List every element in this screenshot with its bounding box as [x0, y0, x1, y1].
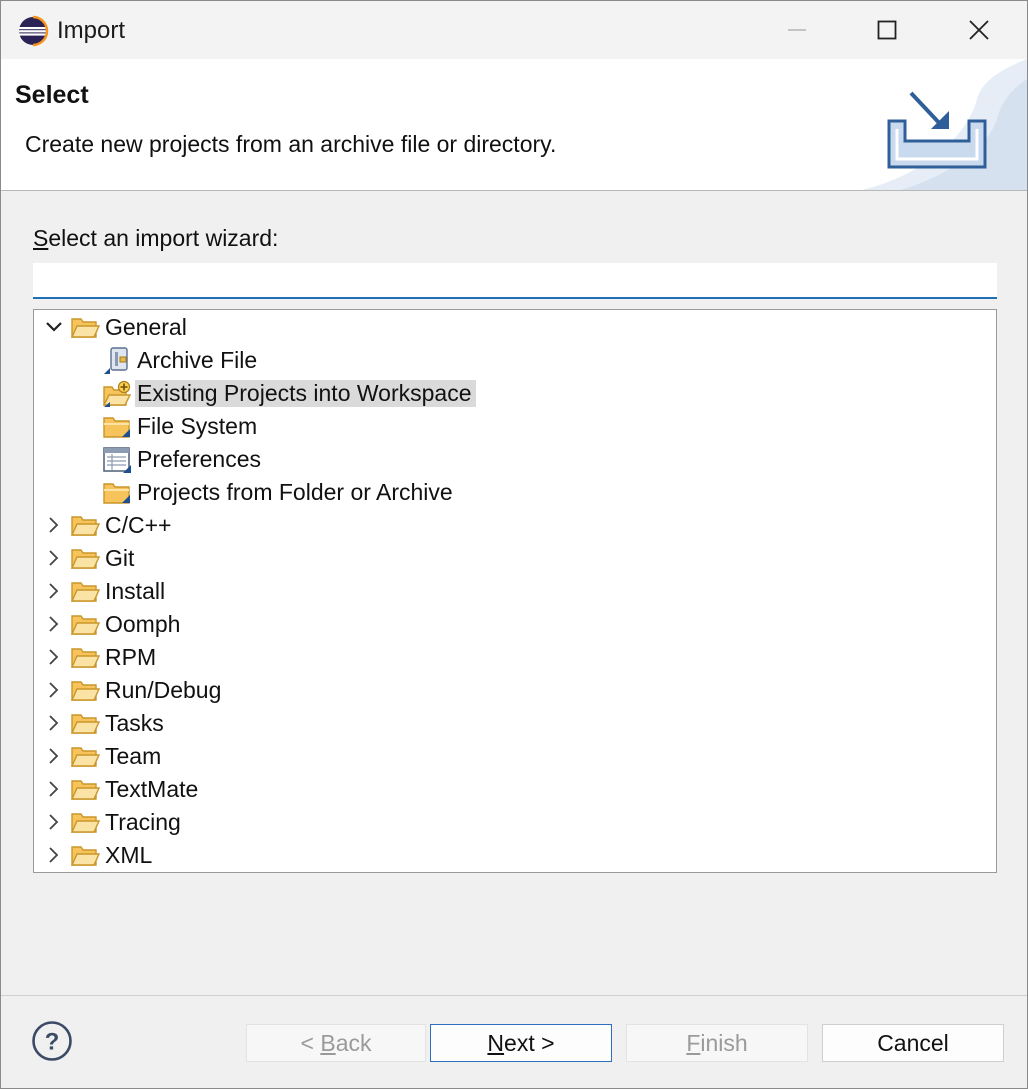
next-button-label: ext >: [504, 1029, 555, 1056]
page-description: Create new projects from an archive file…: [25, 131, 557, 157]
folder-open-icon: [70, 714, 100, 734]
chevron-right-icon[interactable]: [44, 812, 64, 832]
tree-item-label: Install: [105, 578, 166, 604]
archive-file-icon: [104, 347, 128, 374]
tree-item-label: Run/Debug: [105, 677, 222, 703]
tree-item-label: TextMate: [105, 776, 199, 802]
tree-item-label: Team: [105, 743, 162, 769]
tree-item-label: Tracing: [105, 809, 181, 835]
tree-item-category[interactable]: Team: [34, 740, 996, 773]
tree-item-label: Existing Projects into Workspace: [135, 380, 476, 407]
folder-open-icon: [70, 549, 100, 569]
back-button-prefix: <: [300, 1029, 321, 1056]
tree-item-label: Oomph: [105, 611, 181, 637]
tree-item-label: General: [105, 314, 187, 340]
tree-item-label: File System: [137, 413, 258, 439]
minimize-button[interactable]: [751, 1, 843, 59]
chevron-right-icon[interactable]: [44, 845, 64, 865]
cancel-button[interactable]: Cancel: [822, 1024, 1004, 1062]
folder-icon: [103, 483, 130, 504]
folder-open-icon: [70, 747, 100, 767]
tree-item-category[interactable]: Install: [34, 575, 996, 608]
folder-icon: [103, 417, 130, 438]
tree-item-category[interactable]: Tasks: [34, 707, 996, 740]
tree-item-label: Tasks: [105, 710, 164, 736]
tree-item-category[interactable]: Run/Debug: [34, 674, 996, 707]
tree-item-category[interactable]: General: [34, 311, 996, 344]
chevron-right-icon[interactable]: [44, 779, 64, 799]
wizard-tree[interactable]: General Archive File Existing Projects int…: [33, 309, 997, 873]
window-title: Import: [57, 17, 126, 44]
chevron-right-icon[interactable]: [44, 515, 64, 535]
close-button[interactable]: [933, 1, 1025, 59]
tree-item-category[interactable]: TextMate: [34, 773, 996, 806]
filter-label: Select an import wizard:: [33, 225, 278, 252]
chevron-down-icon[interactable]: [44, 317, 64, 337]
tree-item-child[interactable]: Existing Projects into Workspace: [34, 377, 996, 410]
tree-item-label: Projects from Folder or Archive: [137, 479, 453, 505]
back-button-mnemonic: B: [320, 1029, 336, 1056]
wizard-filter-input[interactable]: [33, 263, 997, 299]
filter-label-text: elect an import wizard:: [48, 225, 279, 251]
folder-open-icon: [70, 615, 100, 635]
folder-open-icon: [70, 681, 100, 701]
tree-item-child[interactable]: File System: [34, 410, 996, 443]
folder-open-icon: [70, 318, 100, 338]
chevron-right-icon[interactable]: [44, 746, 64, 766]
folder-open-icon: [70, 516, 100, 536]
back-button-label: ack: [335, 1029, 372, 1056]
existing-projects-icon: [102, 380, 132, 407]
maximize-button[interactable]: [841, 1, 933, 59]
chevron-right-icon[interactable]: [44, 614, 64, 634]
tree-item-category[interactable]: C/C++: [34, 509, 996, 542]
folder-open-icon: [70, 813, 100, 833]
tree-item-category[interactable]: Git: [34, 542, 996, 575]
preferences-icon: [103, 447, 131, 473]
tree-item-category[interactable]: XML: [34, 839, 996, 872]
tree-item-category[interactable]: Oomph: [34, 608, 996, 641]
tree-item-category[interactable]: RPM: [34, 641, 996, 674]
help-glyph: ?: [45, 1029, 60, 1056]
page-title: Select: [15, 81, 89, 109]
footer-divider: [1, 995, 1027, 996]
finish-button-label: inish: [700, 1029, 748, 1056]
chevron-right-icon[interactable]: [44, 581, 64, 601]
eclipse-icon: [19, 15, 49, 47]
title-bar[interactable]: Import: [1, 1, 1027, 59]
tree-item-label: Git: [105, 545, 135, 571]
tree-item-category[interactable]: Tracing: [34, 806, 996, 839]
folder-open-icon: [70, 780, 100, 800]
tree-item-label: RPM: [105, 644, 157, 670]
tree-item-label: Preferences: [137, 446, 262, 472]
finish-button[interactable]: Finish: [626, 1024, 808, 1062]
folder-open-icon: [70, 846, 100, 866]
tree-item-child[interactable]: Projects from Folder or Archive: [34, 476, 996, 509]
maximize-icon: [877, 20, 897, 40]
chevron-right-icon[interactable]: [44, 713, 64, 733]
import-dialog: Import Select Create new projects from a…: [0, 0, 1028, 1089]
folder-open-icon: [70, 648, 100, 668]
help-icon[interactable]: ?: [31, 1020, 73, 1062]
tree-item-label: Archive File: [137, 347, 258, 373]
tree-item-label: XML: [105, 842, 153, 868]
minimize-icon: [788, 29, 806, 31]
tree-item-label: C/C++: [105, 512, 172, 538]
finish-button-mnemonic: F: [686, 1029, 701, 1056]
tree-item-child[interactable]: Archive File: [34, 344, 996, 377]
tree-item-child[interactable]: Preferences: [34, 443, 996, 476]
back-button[interactable]: < Back: [246, 1024, 426, 1062]
chevron-right-icon[interactable]: [44, 680, 64, 700]
filter-label-mnemonic: S: [33, 225, 49, 251]
folder-open-icon: [70, 582, 100, 602]
chevron-right-icon[interactable]: [44, 548, 64, 568]
chevron-right-icon[interactable]: [44, 647, 64, 667]
next-button-mnemonic: N: [487, 1029, 505, 1056]
import-wizard-icon: [887, 91, 987, 169]
next-button[interactable]: Next >: [430, 1024, 612, 1062]
wizard-banner: Select Create new projects from an archi…: [1, 59, 1027, 191]
close-icon: [969, 20, 989, 40]
